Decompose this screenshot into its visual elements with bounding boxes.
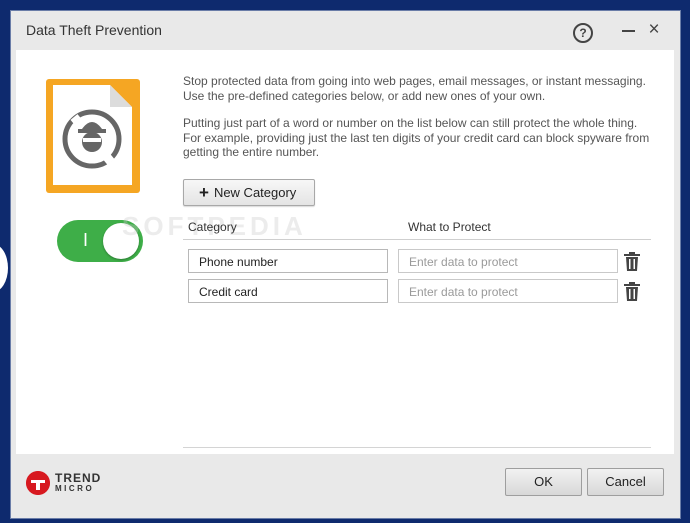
new-category-button[interactable]: + New Category	[183, 179, 315, 206]
title-bar: Data Theft Prevention ? ×	[11, 11, 680, 49]
column-header-category: Category	[188, 220, 237, 234]
category-input[interactable]: Phone number	[188, 249, 388, 273]
column-header-protect: What to Protect	[408, 220, 491, 234]
trash-icon[interactable]	[624, 252, 640, 271]
header-divider	[183, 239, 651, 240]
help-button[interactable]: ?	[573, 23, 593, 43]
new-category-label: New Category	[213, 185, 297, 200]
minimize-button[interactable]	[621, 19, 637, 39]
table-row: Credit card Enter data to protect	[16, 279, 674, 304]
dialog-window: Data Theft Prevention ? × I Stop protect…	[11, 11, 680, 518]
description-paragraph-1: Stop protected data from going into web …	[183, 74, 646, 103]
ok-button[interactable]: OK	[505, 468, 582, 496]
window-title: Data Theft Prevention	[26, 22, 162, 38]
close-button[interactable]: ×	[645, 20, 663, 40]
content-panel: I Stop protected data from going into we…	[16, 50, 674, 454]
cancel-button[interactable]: Cancel	[587, 468, 664, 496]
spy-document-icon	[46, 79, 140, 193]
toggle-on-label: I	[83, 230, 89, 250]
trash-icon[interactable]	[624, 282, 640, 301]
desktop-shape	[0, 244, 8, 292]
brand-logo: TREND MICRO	[55, 472, 101, 494]
table-bottom-divider	[183, 447, 651, 448]
protect-input[interactable]: Enter data to protect	[398, 249, 618, 273]
protect-input[interactable]: Enter data to protect	[398, 279, 618, 303]
logo-line-1: TREND	[55, 471, 102, 485]
trend-micro-logo-icon	[26, 471, 50, 495]
description-paragraph-2: Putting just part of a word or number on…	[183, 116, 650, 159]
category-input[interactable]: Credit card	[188, 279, 388, 303]
logo-line-2: MICRO	[55, 484, 95, 493]
table-row: Phone number Enter data to protect	[16, 249, 674, 274]
plus-icon: +	[199, 183, 209, 202]
